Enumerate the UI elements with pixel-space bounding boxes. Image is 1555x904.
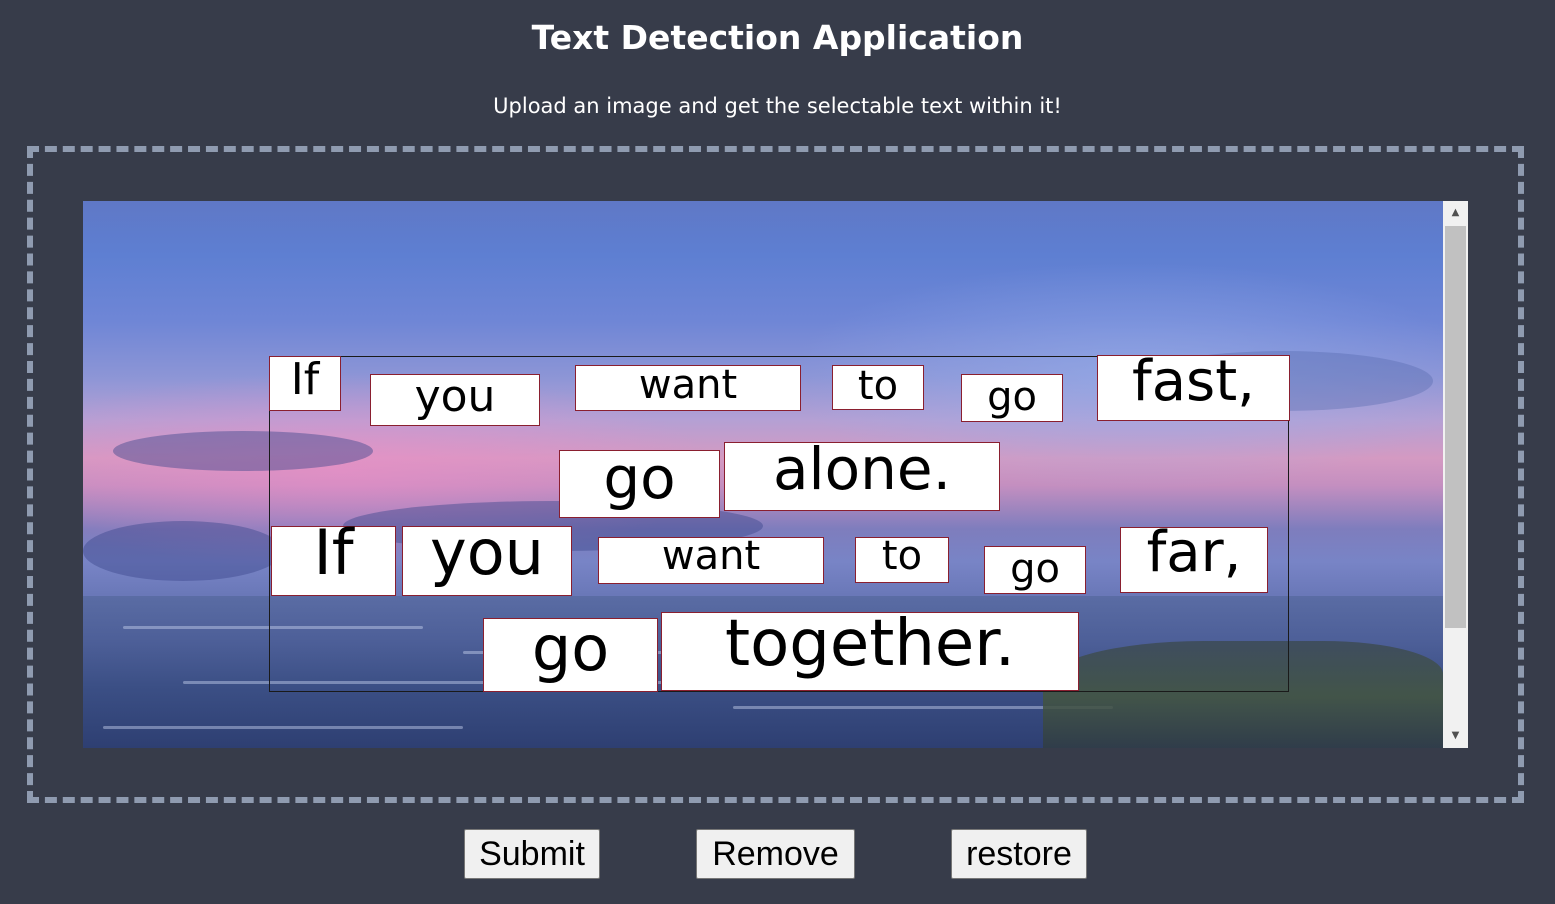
cloud-shape <box>83 521 283 581</box>
remove-button[interactable]: Remove <box>696 829 855 879</box>
scroll-up-arrow-icon[interactable]: ▲ <box>1443 203 1468 223</box>
detected-word[interactable]: you <box>370 374 540 426</box>
detected-word[interactable]: to <box>855 536 949 583</box>
detected-word[interactable]: want <box>598 536 824 584</box>
detected-word[interactable]: to <box>832 365 924 410</box>
detected-word[interactable]: fast, <box>1097 354 1290 421</box>
page-subtitle: Upload an image and get the selectable t… <box>493 94 1062 118</box>
detected-word[interactable]: go <box>984 546 1086 594</box>
wave-line <box>103 726 463 729</box>
detected-word[interactable]: you <box>402 522 572 596</box>
detected-word[interactable]: If <box>271 522 396 596</box>
submit-button[interactable]: Submit <box>464 829 600 879</box>
detected-word[interactable]: far, <box>1120 525 1268 593</box>
detected-word[interactable]: go <box>559 449 720 518</box>
detected-word[interactable]: If <box>269 356 341 411</box>
detected-word[interactable]: alone. <box>724 440 1000 511</box>
image-viewer[interactable]: If you want to go fast, go alone. If you… <box>83 201 1468 748</box>
restore-button[interactable]: restore <box>951 829 1087 879</box>
vertical-scrollbar[interactable]: ▲ ▼ <box>1443 201 1468 748</box>
scrollbar-thumb[interactable] <box>1445 226 1466 628</box>
detected-word[interactable]: together. <box>661 612 1079 691</box>
detected-word[interactable]: want <box>575 365 801 411</box>
detected-word[interactable]: go <box>961 374 1063 422</box>
uploaded-image: If you want to go fast, go alone. If you… <box>83 201 1443 748</box>
page-title: Text Detection Application <box>531 18 1024 57</box>
scroll-down-arrow-icon[interactable]: ▼ <box>1443 726 1468 746</box>
detected-word[interactable]: go <box>483 618 658 692</box>
